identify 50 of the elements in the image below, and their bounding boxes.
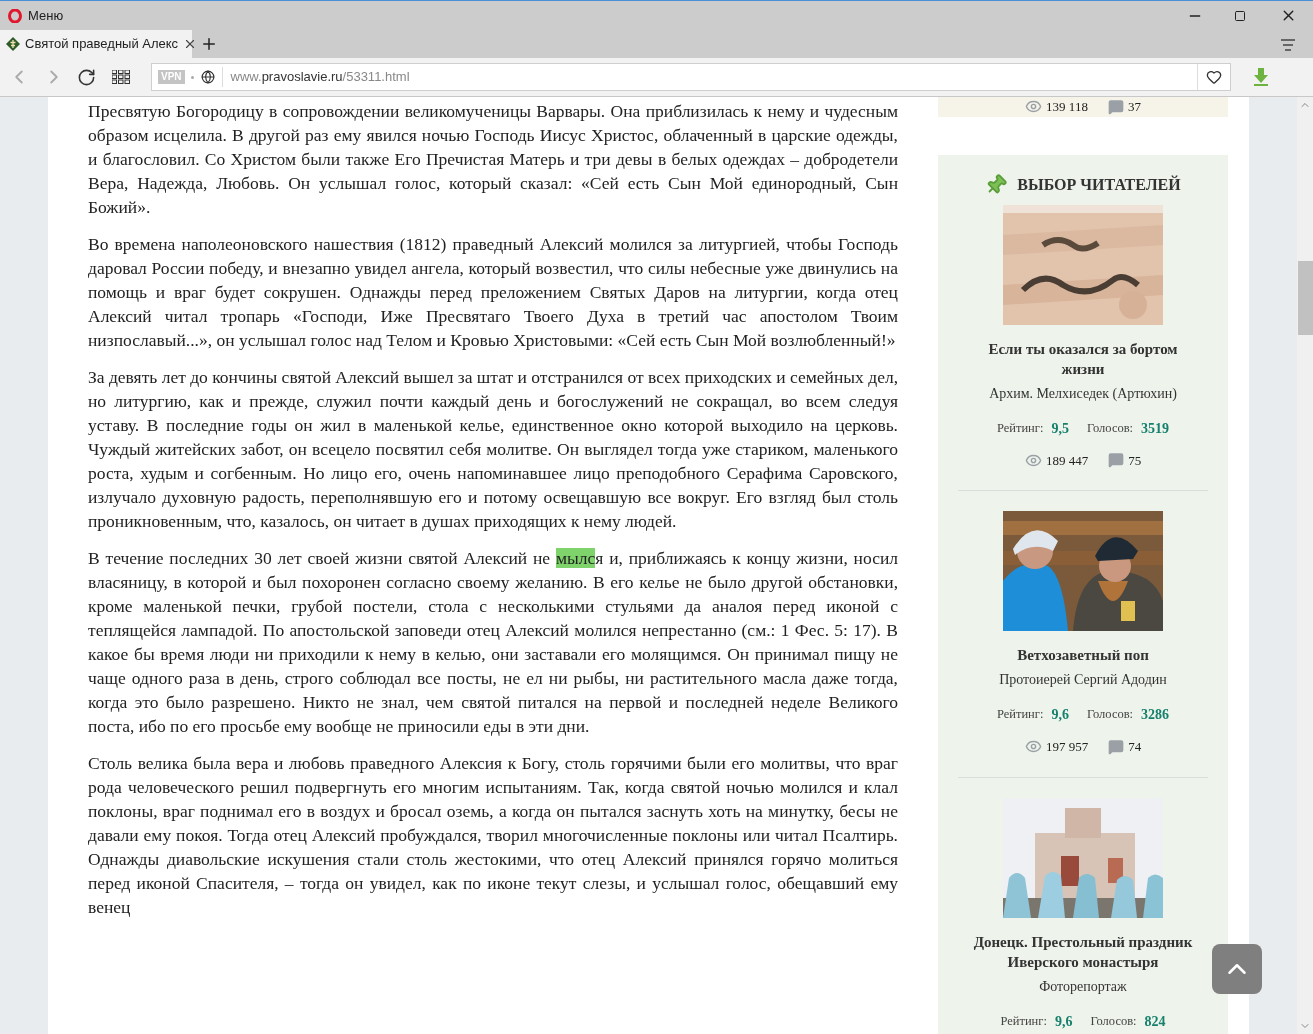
article-title[interactable]: Донецк. Престольный праздник Иверского монастыря: [958, 931, 1208, 972]
article-paragraph: Столь велика была вера и любовь праведного Алексия к Богу, столь горячими были его молитвы, что враг рода человеческого решил подвергнуть его многим испытаниям. Так, когда святой ночью молился и клал поклоны, враг поднимал его в воздух и бросал оземь, а когда он пытался заснуть хоть на минутку, бесы не давали ему покоя. Тогда отец Алексий пробуждался, творил многочисленные поклоны или читал Псалтирь. Однажды диавольские искушения стали столь жестокими, что отец Алексий принялся горячо молиться перед иконой Спасителя, – тогда он увидел, как по иконе текут слезы, и услышал голос, обещавший ему венец: [88, 752, 898, 919]
article-title[interactable]: Ветхозаветный поп: [1007, 645, 1159, 665]
votes-value: 3286: [1141, 706, 1170, 724]
section-title: ВЫБОР ЧИТАТЕЛЕЙ: [1017, 174, 1181, 195]
rating-label: Рейтинг:: [996, 706, 1044, 724]
comment-count: 75: [1128, 451, 1142, 470]
article-author: Фоторепортаж: [1039, 977, 1127, 996]
comment-icon: [1107, 98, 1124, 115]
bookmark-heart-icon[interactable]: [1206, 69, 1222, 85]
rating-value: 9,5: [1051, 419, 1069, 438]
votes-value: 3519: [1141, 419, 1170, 438]
votes-value: 824: [1144, 1012, 1166, 1031]
rating-value: 9,6: [1054, 1012, 1073, 1031]
comment-count: 74: [1128, 738, 1142, 756]
tab-title: Святой праведный Алекс: [25, 35, 179, 54]
article-paragraph: Пресвятую Богородицу в сопровождении великомученицы Варвары. Она приблизилась к нему и чудесным образом исцелила. В другой раз ему явился ночью Господь Иисус Христос, облаченный в царские одежды, и благословил. Со Христом были также Его Пречистая Матерь и три девы в белых одеждах – добродетели Вера, Надежда, Любовь. Он услышал голос, который сказал: «Сей есть Сын Мой единородный, Сын Божий».: [88, 100, 898, 219]
menu-label[interactable]: Меню: [28, 5, 64, 26]
download-icon[interactable]: [1253, 68, 1269, 86]
article-paragraph: Во времена наполеоновского нашествия (1812) праведный Алексий молился за литургией, чтобы Господь даровал России победу, и внезапно увидел ангела, который возвестил, что силы небесные уже двинулись на помощь и враг будет сокрушен. Однажды перед преложением Святых Даров на литургии, когда отец Алексий читал тропарь «Господи, Иже Пресвятаго Твоего Духа в третий час апостолом Твоим низпославый...», он услышал голос над Телом и Кровью Христовыми: «Сей есть Сын Мой возлюбленный!»: [88, 233, 898, 352]
tab-menu-icon[interactable]: [1281, 39, 1295, 51]
comment-icon: [1108, 452, 1125, 469]
opera-logo-icon: [8, 8, 22, 23]
speed-dial-icon[interactable]: [112, 70, 130, 84]
scroll-to-top-button[interactable]: [1212, 944, 1262, 994]
scrollbar-thumb[interactable]: [1297, 261, 1313, 335]
address-bar[interactable]: VPN www.pravoslavie.ru/53311.html: [151, 63, 1231, 91]
globe-icon: [200, 70, 215, 84]
votes-label: Голосов:: [1086, 706, 1134, 724]
view-count: 139 118: [1046, 98, 1088, 116]
article-author: Протоиерей Сергий Адодин: [999, 671, 1167, 689]
comment-count: 37: [1127, 98, 1141, 116]
favicon-icon: [6, 37, 20, 51]
rating-value: 9,6: [1051, 706, 1069, 724]
article-paragraph: За девять лет до кончины святой Алексий вышел за штат и отстранился от всех приходских и семейных дел, но литургию, как и прежде, служил почти каждый день и богослужений не сокращал, во всем следуя уставу. В последние годы он жил в маленькой келье, единственное окно которой выходило на церковь. Чуждый житейских забот, он всецело посвятил себя молитве. Он выглядел тогда уже стариком, маленького роста, худым и согбенным. Но лицо его, очень напоминавшее лицо преподобного Серафима Саровского, излучало духовную радость, переполнявшую его и потому освещавшую все вокруг. Его взгляд был столь проникновенным, что, казалось, он читает в душах приходящих к нему людей.: [88, 366, 898, 533]
maximize-icon[interactable]: [1234, 9, 1246, 22]
scrollbar[interactable]: [1297, 97, 1313, 1034]
new-tab-icon[interactable]: [200, 35, 218, 53]
browser-tab[interactable]: Святой праведный Алекс: [0, 30, 192, 58]
url-text: www.pravoslavie.ru/53311.html: [230, 68, 410, 87]
article-author: Архим. Мелхиседек (Артюхин): [989, 384, 1177, 403]
article-title[interactable]: Если ты оказался за бортом жизни: [958, 338, 1208, 379]
votes-label: Голосов:: [1090, 1012, 1137, 1030]
rating-label: Рейтинг:: [996, 419, 1044, 437]
votes-label: Голосов:: [1086, 419, 1134, 437]
view-count: 189 447: [1045, 451, 1089, 470]
rating-label: Рейтинг:: [1000, 1012, 1047, 1030]
view-count: 197 957: [1045, 738, 1089, 756]
reload-icon[interactable]: [77, 67, 96, 87]
comment-icon: [1108, 738, 1125, 755]
